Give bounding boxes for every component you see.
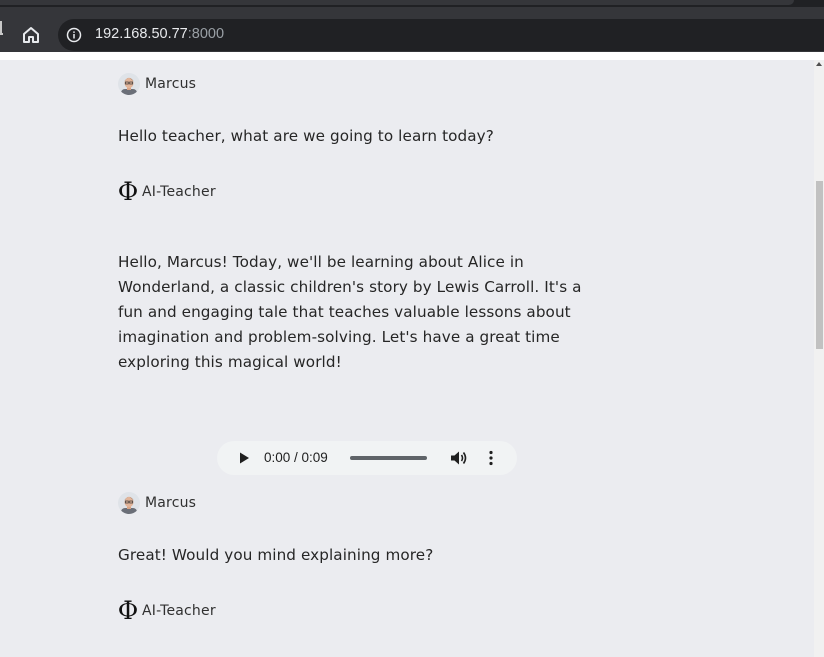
url-text[interactable]: 192.168.50.77:8000 xyxy=(95,26,224,42)
message-author: Marcus xyxy=(145,76,197,92)
user-avatar-icon xyxy=(118,73,140,95)
back-button-edge[interactable] xyxy=(0,21,3,35)
phi-logo-icon: Φ xyxy=(117,596,139,625)
message-text-ai: Hello, Marcus! Today, we'll be learning … xyxy=(118,253,582,371)
scrollbar-thumb[interactable] xyxy=(816,181,823,349)
vertical-scrollbar[interactable] xyxy=(814,60,824,657)
browser-toolbar: 192.168.50.77:8000 xyxy=(0,7,824,52)
active-tab-strip[interactable] xyxy=(0,0,794,5)
audio-progress-slider[interactable] xyxy=(350,456,427,460)
address-bar[interactable]: 192.168.50.77:8000 xyxy=(58,19,824,51)
home-icon[interactable] xyxy=(20,24,42,46)
message-header-ai: Φ AI-Teacher xyxy=(118,598,216,623)
volume-icon[interactable] xyxy=(450,450,468,466)
message-author: Marcus xyxy=(145,495,197,511)
message-header-ai: Φ AI-Teacher xyxy=(118,179,216,204)
message-header-user: Marcus xyxy=(118,492,196,514)
user-avatar-icon xyxy=(118,492,140,514)
message-header-user: Marcus xyxy=(118,73,196,95)
phi-logo-icon: Φ xyxy=(117,177,139,206)
play-icon[interactable] xyxy=(237,451,251,465)
message-text-user: Hello teacher, what are we going to lear… xyxy=(118,127,494,145)
window-titlebar xyxy=(0,0,824,7)
audio-time: 0:00 / 0:09 xyxy=(264,450,328,465)
message-text-user: Great! Would you mind explaining more? xyxy=(118,546,434,564)
chat-page: Marcus Hello teacher, what are we going … xyxy=(0,60,814,657)
more-options-icon[interactable] xyxy=(488,450,494,466)
message-author: AI-Teacher xyxy=(142,602,216,619)
message-author: AI-Teacher xyxy=(142,183,216,200)
site-info-icon[interactable] xyxy=(66,27,82,43)
url-host: 192.168.50.77 xyxy=(95,26,188,42)
page-top-edge xyxy=(0,52,824,60)
url-port: :8000 xyxy=(187,26,225,42)
scroll-up-arrow-icon[interactable] xyxy=(814,60,824,68)
audio-player: 0:00 / 0:09 xyxy=(217,441,517,475)
